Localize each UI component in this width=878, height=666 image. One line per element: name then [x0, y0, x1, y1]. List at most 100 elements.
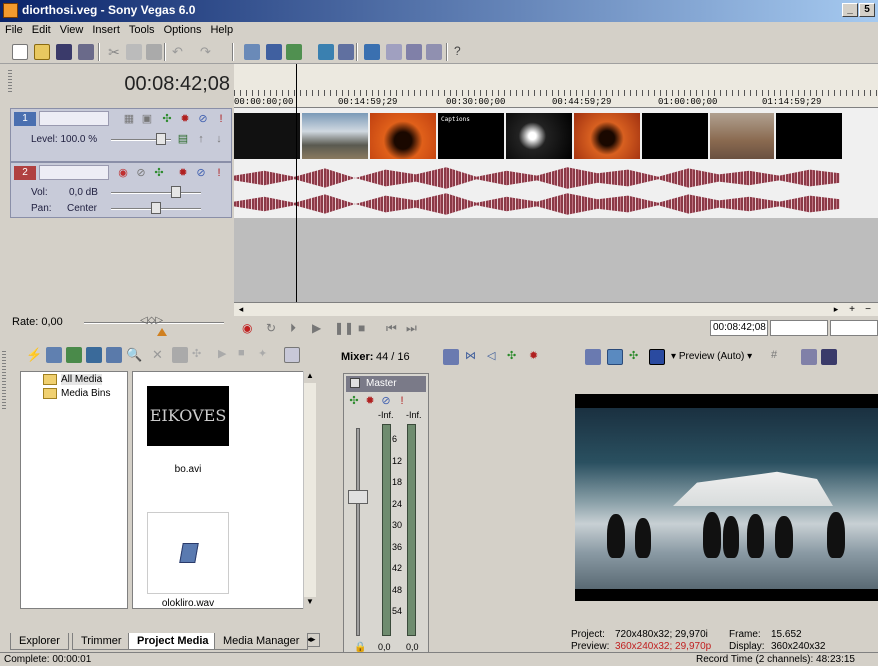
- media-thumbnail[interactable]: EIKOVES: [147, 386, 229, 446]
- track-name-field[interactable]: [39, 165, 109, 180]
- selection-end-field[interactable]: [830, 320, 878, 336]
- views-icon[interactable]: [284, 347, 300, 363]
- go-to-start-icon[interactable]: ⏮: [386, 321, 397, 336]
- stop-icon[interactable]: ■: [238, 347, 254, 363]
- mute-icon[interactable]: ⊘: [195, 167, 207, 179]
- invert-phase-icon[interactable]: ⊘: [135, 167, 147, 179]
- media-name[interactable]: olokliro.wav: [147, 598, 229, 609]
- tab-media-manager[interactable]: Media Manager: [214, 633, 309, 650]
- media-list[interactable]: EIKOVES bo.avi olokliro.wav: [132, 371, 316, 609]
- media-fx-icon[interactable]: ✣: [192, 347, 208, 363]
- video-clip-thumbnail[interactable]: [776, 113, 842, 159]
- dim-output-icon[interactable]: ◁: [487, 349, 503, 365]
- menu-options[interactable]: Options: [159, 22, 206, 36]
- properties-icon[interactable]: [78, 44, 94, 60]
- auto-preview-icon[interactable]: ✦: [258, 347, 274, 363]
- scroll-right-icon[interactable]: ▸: [830, 304, 842, 315]
- timeline-ruler[interactable]: 00:00:00;00 00:14:59;29 00:30:00;00 00:4…: [234, 64, 878, 108]
- preview-quality-dropdown[interactable]: ▾ Preview (Auto) ▾: [671, 351, 752, 362]
- zoom-out-icon[interactable]: −: [862, 304, 874, 315]
- video-clip-thumbnail[interactable]: [506, 113, 572, 159]
- render-icon[interactable]: [244, 44, 260, 60]
- track-name-field[interactable]: [39, 111, 109, 126]
- solo-icon[interactable]: !: [396, 395, 408, 407]
- copy-snapshot-icon[interactable]: [801, 349, 817, 365]
- mute-icon[interactable]: ▦: [123, 113, 135, 125]
- insert-bus-icon[interactable]: [443, 349, 459, 365]
- envelope-tool-icon[interactable]: [386, 44, 402, 60]
- scroll-left-icon[interactable]: ◂: [235, 304, 247, 315]
- master-fader[interactable]: [348, 490, 368, 504]
- redo-icon[interactable]: ↷: [200, 44, 216, 60]
- downmix-icon[interactable]: ⋈: [465, 349, 481, 365]
- get-media-icon[interactable]: [66, 347, 82, 363]
- tree-item-all-media[interactable]: All Media: [61, 374, 103, 385]
- media-bins-tree[interactable]: All Media Media Bins: [20, 371, 128, 609]
- video-clip-thumbnail[interactable]: [574, 113, 640, 159]
- pan-slider[interactable]: [151, 202, 161, 214]
- mute-icon[interactable]: ⊘: [380, 395, 392, 407]
- video-clip-thumbnail[interactable]: [234, 113, 300, 159]
- external-monitor-icon[interactable]: [607, 349, 623, 365]
- undo-icon[interactable]: ↶: [172, 44, 188, 60]
- menu-view[interactable]: View: [55, 22, 88, 36]
- time-field[interactable]: 00:08:42;08: [710, 320, 768, 336]
- open-icon[interactable]: [34, 44, 50, 60]
- auto-ripple-icon[interactable]: [318, 44, 334, 60]
- rate-slider[interactable]: ◁◇▷: [140, 315, 163, 327]
- track-motion-icon[interactable]: ✣: [153, 167, 165, 179]
- save-icon[interactable]: [56, 44, 72, 60]
- tab-explorer[interactable]: Explorer: [10, 633, 69, 650]
- solo-icon[interactable]: !: [213, 167, 225, 179]
- make-compositing-parent-icon[interactable]: ↑: [195, 133, 207, 145]
- scroll-up-icon[interactable]: ▲: [304, 371, 316, 383]
- tree-item-media-bins[interactable]: Media Bins: [61, 388, 110, 399]
- volume-slider[interactable]: [171, 186, 181, 198]
- level-slider[interactable]: [156, 133, 166, 145]
- media-thumbnail[interactable]: [147, 512, 229, 594]
- video-track-lane[interactable]: Captions: [234, 108, 878, 162]
- composite-icon[interactable]: ▣: [141, 113, 153, 125]
- play-icon[interactable]: ▶: [312, 321, 321, 335]
- record-icon[interactable]: ◉: [242, 321, 252, 335]
- search-icon[interactable]: 🔍: [126, 347, 142, 363]
- selection-length-field[interactable]: [770, 320, 828, 336]
- remove-unused-icon[interactable]: [106, 347, 122, 363]
- video-clip-thumbnail[interactable]: [710, 113, 774, 159]
- cut-icon[interactable]: ✂: [106, 44, 122, 60]
- timeline-scrollbar[interactable]: ◂ ▸ + −: [234, 302, 878, 316]
- play-from-start-icon[interactable]: ⏵: [290, 321, 296, 336]
- video-clip-thumbnail[interactable]: [370, 113, 436, 159]
- track-motion-icon[interactable]: ✣: [161, 113, 173, 125]
- record-arm-icon[interactable]: ◉: [117, 167, 129, 179]
- zoom-in-icon[interactable]: +: [846, 304, 858, 315]
- minimize-button[interactable]: _: [842, 3, 858, 17]
- stop-icon[interactable]: ■: [358, 321, 365, 335]
- pause-icon[interactable]: ❚❚: [334, 321, 354, 335]
- tab-trimmer[interactable]: Trimmer: [72, 633, 131, 650]
- normal-edit-tool-icon[interactable]: [364, 44, 380, 60]
- audio-track-lane[interactable]: [234, 162, 878, 218]
- capture-video-icon[interactable]: [46, 347, 62, 363]
- mixer-icon[interactable]: [266, 44, 282, 60]
- video-fx-icon[interactable]: ✣: [629, 349, 645, 365]
- properties-icon[interactable]: [172, 347, 188, 363]
- new-icon[interactable]: [12, 44, 28, 60]
- loop-icon[interactable]: ↻: [266, 321, 276, 335]
- preview-properties-icon[interactable]: [585, 349, 601, 365]
- make-compositing-child-icon[interactable]: ↓: [213, 133, 225, 145]
- menu-tools[interactable]: Tools: [124, 22, 159, 36]
- paste-icon[interactable]: [146, 44, 162, 60]
- overlays-icon[interactable]: #: [771, 349, 787, 365]
- media-name[interactable]: bo.avi: [147, 464, 229, 475]
- playhead-cursor[interactable]: [296, 64, 297, 302]
- selection-tool-icon[interactable]: [406, 44, 422, 60]
- master-fx-icon[interactable]: ✹: [529, 349, 545, 365]
- import-media-icon[interactable]: ⚡: [26, 347, 42, 363]
- menu-insert[interactable]: Insert: [87, 22, 124, 36]
- solo-icon[interactable]: ⊘: [197, 113, 209, 125]
- tab-project-media[interactable]: Project Media: [128, 633, 218, 650]
- go-to-end-icon[interactable]: ⏭: [406, 321, 417, 336]
- scroll-down-icon[interactable]: ▼: [304, 597, 316, 609]
- play-icon[interactable]: ▶: [218, 347, 234, 363]
